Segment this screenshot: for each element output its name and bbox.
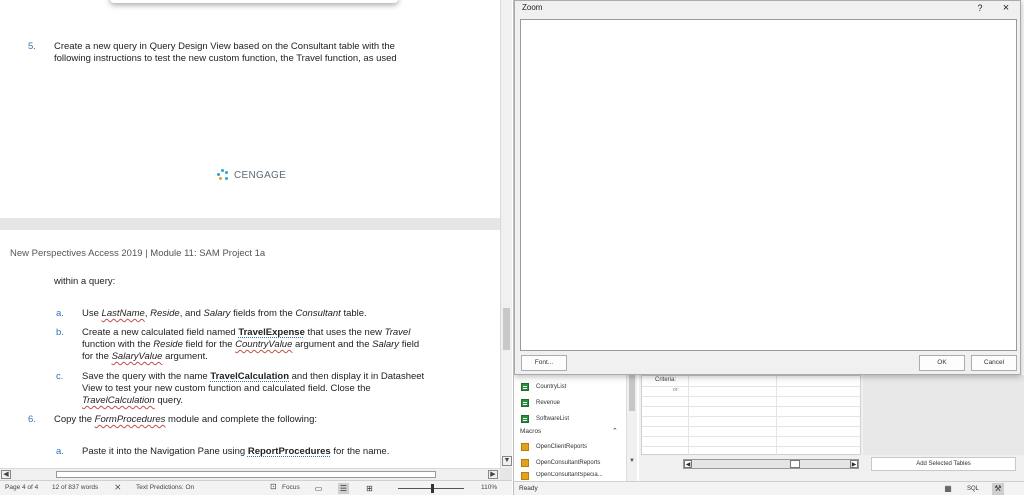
zoom-text-area[interactable] [520, 19, 1017, 351]
macro-icon [521, 458, 529, 467]
cengage-logo: CENGAGE [216, 168, 286, 182]
sql-view-icon[interactable]: SQL [967, 483, 979, 495]
text-predictions-status[interactable]: Text Predictions: On [136, 484, 194, 491]
scroll-left-arrow-icon[interactable]: ◀ [1, 470, 11, 479]
step-5-line-2: following instructions to test the new c… [54, 53, 397, 64]
step-5b-line-2: function with the Reside field for the C… [82, 339, 420, 350]
step-5b-line-3: for the SalaryValue argument. [82, 351, 208, 362]
macro-icon [521, 472, 529, 480]
macro-icon [521, 442, 529, 451]
table-icon [521, 398, 529, 407]
page-gap [0, 218, 500, 230]
navigation-pane-scrollbar[interactable]: ▼ [626, 375, 637, 481]
chevron-up-icon[interactable]: ⌃ [612, 427, 618, 435]
step-6a-text: Paste it into the Navigation Pane using … [82, 446, 390, 457]
print-layout-icon[interactable]: ☰ [338, 483, 349, 494]
page-indicator[interactable]: Page 4 of 4 [5, 484, 38, 491]
design-grid-horizontal-scrollbar[interactable]: ◀ ▶ [683, 459, 859, 469]
focus-icon[interactable]: ⊡ [270, 482, 277, 491]
word-count[interactable]: 12 of 837 words [52, 484, 98, 491]
or-row-label: or: [673, 387, 679, 393]
step-6a-letter: a. [56, 446, 64, 457]
grid-scroll-left-icon[interactable]: ◀ [684, 460, 692, 468]
access-window: CountryList Revenue SoftwareList Macros … [513, 0, 1024, 495]
step-5b-letter: b. [56, 327, 64, 338]
table-icon [521, 414, 529, 423]
nav-group-macros[interactable]: Macros [520, 428, 541, 435]
nav-item-revenue[interactable]: Revenue [521, 397, 560, 408]
nav-scroll-thumb[interactable] [629, 375, 635, 411]
query-designer: Criteria: or: ◀ ▶ Add Selected Tables [639, 375, 1024, 481]
nav-item-softwarelist[interactable]: SoftwareList [521, 413, 569, 424]
close-icon[interactable]: × [999, 1, 1013, 15]
step-5a-text: Use LastName, Reside, and Salary fields … [82, 308, 367, 319]
cengage-logo-icon [216, 168, 230, 182]
criteria-row-label: Criteria: [655, 377, 677, 383]
document-horizontal-scrollbar[interactable]: ◀ ▶ [0, 468, 500, 480]
proofing-icon[interactable]: ⨯ [114, 482, 122, 493]
add-selected-tables-button[interactable]: Add Selected Tables [871, 457, 1016, 471]
focus-label[interactable]: Focus [282, 484, 300, 491]
table-icon [521, 382, 529, 391]
web-layout-icon[interactable]: ⊞ [364, 483, 375, 494]
cengage-logo-text: CENGAGE [234, 169, 287, 181]
grid-scroll-right-icon[interactable]: ▶ [850, 460, 858, 468]
font-button[interactable]: Font... [521, 355, 567, 371]
zoom-dialog: Zoom ? × Font... OK Cancel [514, 0, 1021, 375]
step-5-number: 5. [28, 41, 36, 52]
nav-item-openclientreports[interactable]: OpenClientReports [521, 441, 587, 452]
nav-scroll-down-icon[interactable]: ▼ [628, 457, 636, 465]
word-window: 5. Create a new query in Query Design Vi… [0, 0, 512, 495]
step-5c-line-2: View to test your new custom function an… [82, 383, 371, 394]
document-page-1: 5. Create a new query in Query Design Vi… [0, 0, 500, 218]
scroll-down-arrow-icon[interactable]: ▼ [502, 456, 512, 466]
horizontal-scroll-thumb[interactable] [56, 471, 436, 478]
scroll-right-arrow-icon[interactable]: ▶ [488, 470, 498, 479]
word-status-bar: Page 4 of 4 12 of 837 words ⨯ Text Predi… [0, 480, 512, 495]
document-vertical-scrollbar[interactable]: ▼ [500, 0, 512, 468]
query-design-grid[interactable]: Criteria: or: [641, 375, 862, 456]
vertical-scroll-thumb[interactable] [503, 308, 510, 350]
nav-item-countrylist[interactable]: CountryList [521, 381, 566, 392]
step-5b-line-1: Create a new calculated field named Trav… [82, 327, 411, 338]
within-query-text: within a query: [54, 276, 116, 287]
navigation-pane: CountryList Revenue SoftwareList Macros … [514, 375, 639, 481]
step-6-number: 6. [28, 414, 36, 425]
ready-status: Ready [519, 485, 538, 492]
access-status-bar: Ready ▦ SQL ⚒ [514, 481, 1024, 495]
step-5c-line-3: TravelCalculation query. [82, 395, 184, 406]
step-5c-letter: c. [56, 371, 64, 382]
nav-item-openconsultantreports[interactable]: OpenConsultantReports [521, 457, 600, 468]
design-view-icon[interactable]: ⚒ [992, 483, 1004, 495]
step-5-line-1: Create a new query in Query Design View … [54, 41, 395, 52]
zoom-dialog-title: Zoom [522, 3, 543, 12]
ok-button[interactable]: OK [919, 355, 965, 371]
grid-scroll-thumb[interactable] [790, 460, 800, 468]
page-header: New Perspectives Access 2019 | Module 11… [10, 248, 266, 259]
step-5c-line-1: Save the query with the name TravelCalcu… [82, 371, 425, 382]
cancel-button[interactable]: Cancel [971, 355, 1017, 371]
read-mode-icon[interactable]: ▭ [313, 483, 324, 494]
help-icon[interactable]: ? [973, 1, 987, 15]
floating-panel-edge [110, 0, 398, 3]
step-5a-letter: a. [56, 308, 64, 319]
nav-item-openconsultantspecia[interactable]: OpenConsultantSpecia... [521, 472, 603, 480]
zoom-slider-thumb[interactable] [431, 484, 434, 493]
design-grid-empty-area [863, 375, 1024, 455]
step-6-text: Copy the FormProcedures module and compl… [54, 414, 317, 425]
document-page-2: New Perspectives Access 2019 | Module 11… [0, 230, 500, 468]
datasheet-view-icon[interactable]: ▦ [942, 483, 954, 495]
zoom-level[interactable]: 110% [481, 484, 497, 491]
